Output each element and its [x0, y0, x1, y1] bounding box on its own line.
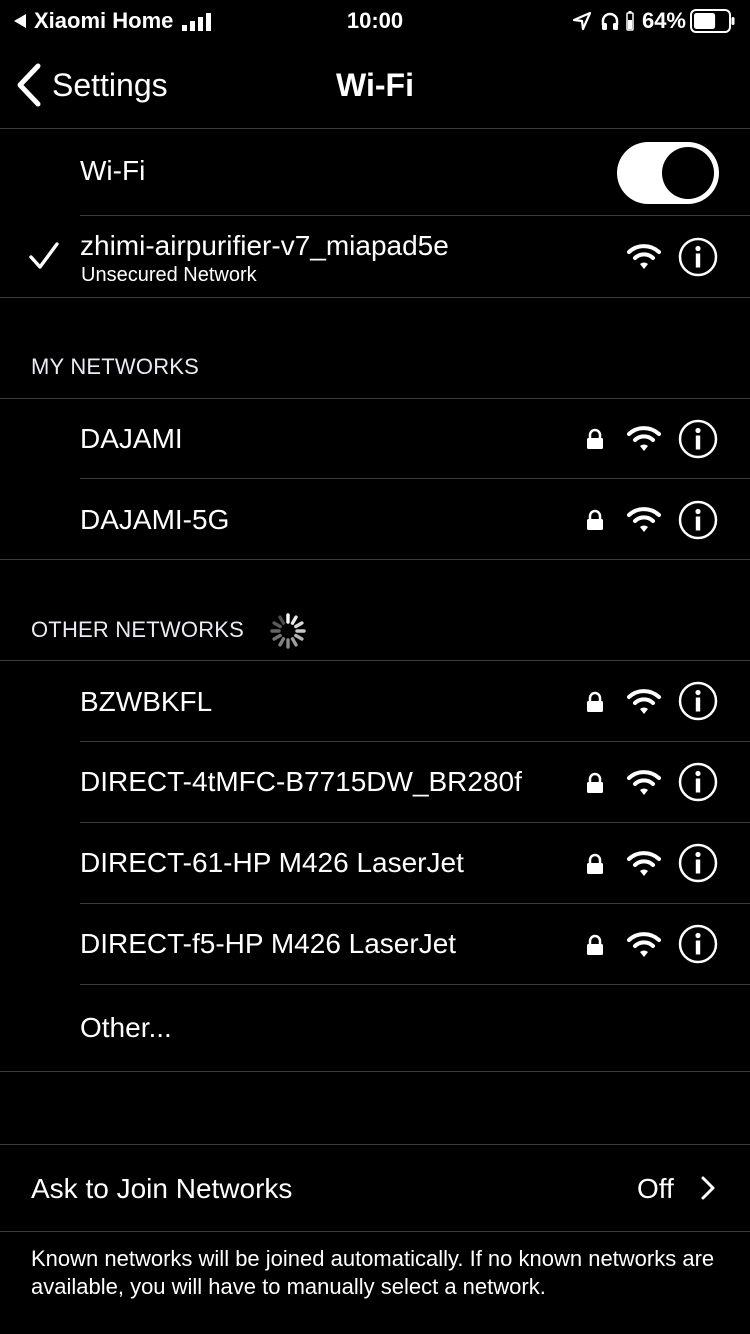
divider [0, 1071, 750, 1072]
back-button[interactable]: Settings [16, 62, 168, 108]
network-row[interactable]: DAJAMI [0, 399, 750, 479]
info-button[interactable] [678, 237, 718, 277]
chevron-left-icon [16, 63, 42, 107]
toggle-knob [662, 147, 714, 199]
lock-icon [586, 428, 604, 450]
network-name: DAJAMI-5G [80, 504, 230, 535]
network-row[interactable]: DIRECT-f5-HP M426 LaserJet [0, 904, 750, 984]
connected-network-row[interactable]: zhimi-airpurifier-v7_miapad5e Unsecured … [0, 216, 750, 297]
other-network-row[interactable]: Other... [0, 985, 750, 1071]
other-network-label: Other... [80, 1012, 172, 1043]
wifi-signal-icon [626, 768, 662, 798]
ask-to-join-value: Off [637, 1173, 674, 1204]
wifi-signal-icon [626, 242, 662, 272]
lock-icon [586, 934, 604, 956]
my-networks-header: MY NETWORKS [31, 354, 200, 379]
status-time: 10:00 [346, 8, 404, 33]
lock-icon [586, 853, 604, 875]
other-networks-header: OTHER NETWORKS [31, 617, 245, 642]
info-button[interactable] [678, 500, 718, 540]
network-name: DAJAMI [80, 423, 183, 454]
wifi-signal-icon [626, 505, 662, 535]
chevron-right-icon [700, 1175, 716, 1201]
info-button[interactable] [678, 843, 718, 883]
lock-icon [586, 691, 604, 713]
page-title: Wi-Fi [336, 67, 414, 103]
lock-icon [586, 772, 604, 794]
divider [0, 297, 750, 298]
back-label: Settings [52, 66, 168, 103]
info-button[interactable] [678, 419, 718, 459]
network-name: BZWBKFL [80, 686, 213, 717]
loading-spinner-icon [268, 611, 308, 651]
checkmark-icon [28, 240, 60, 272]
connected-network-name: zhimi-airpurifier-v7_miapad5e [80, 230, 449, 261]
ask-to-join-footer: Known networks will be joined automatica… [31, 1246, 715, 1299]
network-row[interactable]: BZWBKFL [0, 661, 750, 741]
wifi-signal-icon [626, 424, 662, 454]
divider [0, 1231, 750, 1232]
network-row[interactable]: DIRECT-61-HP M426 LaserJet [0, 823, 750, 903]
network-row[interactable]: DIRECT-4tMFC-B7715DW_BR280f [0, 742, 750, 822]
wifi-toggle-label: Wi-Fi [80, 155, 146, 186]
ask-to-join-label: Ask to Join Networks [31, 1173, 293, 1204]
connected-network-subtitle: Unsecured Network [81, 264, 257, 286]
headphone-battery-icon [626, 11, 634, 31]
wifi-signal-icon [626, 849, 662, 879]
network-name: DIRECT-61-HP M426 LaserJet [80, 847, 464, 878]
wifi-signal-icon [626, 930, 662, 960]
battery-percent: 64% [641, 8, 686, 33]
battery-icon [690, 9, 736, 33]
status-bar-right: 64% [572, 8, 736, 34]
info-button[interactable] [678, 681, 718, 721]
wifi-toggle-switch[interactable] [617, 142, 719, 204]
info-button[interactable] [678, 924, 718, 964]
lock-icon [586, 509, 604, 531]
divider [0, 559, 750, 560]
ask-to-join-row[interactable]: Ask to Join Networks Off [0, 1145, 750, 1231]
network-row[interactable]: DAJAMI-5G [0, 479, 750, 559]
headphones-icon [600, 11, 620, 31]
wifi-signal-icon [626, 687, 662, 717]
info-button[interactable] [678, 762, 718, 802]
network-name: DIRECT-4tMFC-B7715DW_BR280f [80, 766, 522, 797]
wifi-toggle-row: Wi-Fi [0, 129, 750, 215]
location-icon [572, 11, 592, 31]
network-name: DIRECT-f5-HP M426 LaserJet [80, 928, 457, 959]
